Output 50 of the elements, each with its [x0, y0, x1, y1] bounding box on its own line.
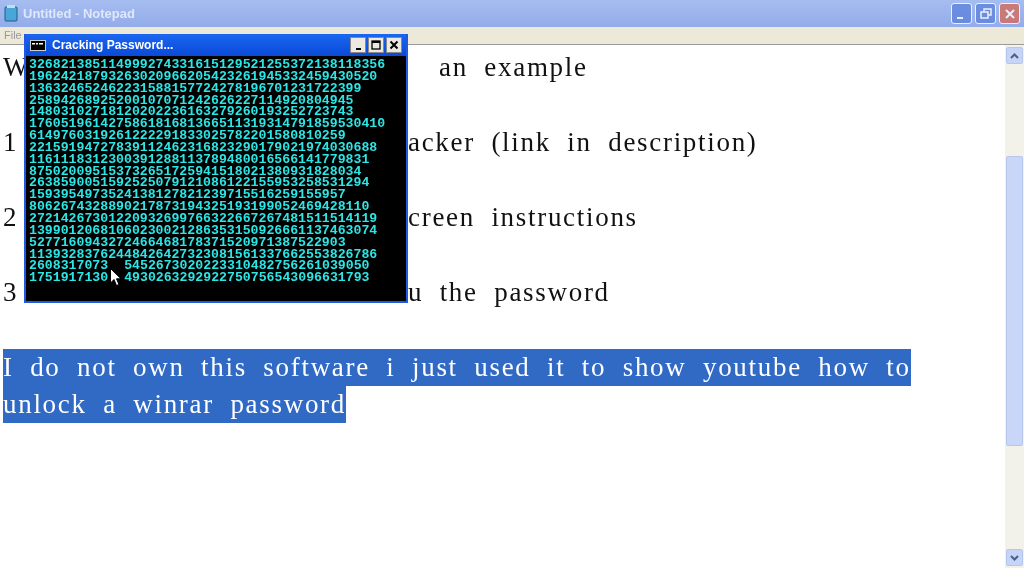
- console-line: 2638590051592525079121086122155953258531294: [29, 177, 370, 190]
- console-line: 1593954973524138127821239715516259155957: [29, 189, 346, 202]
- notepad-icon: [4, 5, 18, 22]
- scroll-down-button[interactable]: [1006, 549, 1023, 566]
- console-line: 4930263292922750756543096631793: [124, 272, 370, 285]
- text-line: creen instructions: [408, 201, 638, 234]
- close-button[interactable]: [386, 37, 402, 53]
- console-icon: [30, 39, 46, 51]
- text-line: 2: [3, 201, 19, 234]
- console-line: 14803102718120202236163279260193252723743: [29, 106, 354, 119]
- close-icon: [389, 40, 399, 50]
- restore-button[interactable]: [975, 3, 996, 24]
- scroll-up-button[interactable]: [1006, 47, 1023, 64]
- close-icon: [1003, 7, 1016, 20]
- console-line: 13990120681060230021286353150926661137463074: [29, 224, 378, 237]
- text-line: an example: [439, 51, 588, 84]
- console-line: 875020095153732651725941518021380931828034: [29, 165, 362, 178]
- console-line: 326821385114999274331615129521255372138118356: [29, 59, 386, 71]
- console-line: 27214267301220932699766322667267481511514119: [29, 212, 378, 225]
- console-line: 2608317073: [29, 260, 109, 273]
- console-line: 22159194727839112462316823290179021974030688: [29, 141, 378, 154]
- console-line: 8062674328890217873194325193199052469428110: [29, 201, 370, 213]
- selected-text: I do not own this software i just used it to show youtube how to: [3, 349, 911, 386]
- console-line: 136324652462231588157724278196701231722399: [29, 82, 362, 95]
- menu-item[interactable]: File: [4, 27, 22, 44]
- text-line: 1: [3, 126, 19, 159]
- scrollbar[interactable]: [1005, 45, 1024, 568]
- console-line: 1161118312300391288113789480016566141779831: [29, 153, 370, 166]
- restore-icon: [979, 7, 992, 20]
- text-line: acker (link in description): [408, 126, 758, 159]
- console-line: 19624218793263020966205423261945332459430520: [29, 70, 378, 83]
- console-line: 5277160943272466468178371520971387522903: [29, 236, 346, 249]
- scroll-thumb[interactable]: [1006, 156, 1023, 446]
- maximize-button[interactable]: [368, 37, 384, 53]
- console-line: 11393283762448426427323081561337662553826786: [29, 248, 378, 261]
- console-line: 6149760319261222291833025782201580810259: [29, 130, 346, 142]
- console-line: 176051961427586181681366511319314791859530410: [29, 118, 386, 131]
- text-line: 3: [3, 276, 19, 309]
- minimize-icon: [957, 16, 963, 19]
- console-line: 25894268925200107071242626227114920804945: [29, 94, 354, 107]
- minimize-icon: [355, 47, 361, 50]
- window-title: Untitled - Notepad: [23, 4, 135, 23]
- selected-text: unlock a winrar password: [3, 386, 346, 423]
- minimize-button[interactable]: [350, 37, 366, 53]
- mouse-cursor-icon: [110, 268, 122, 287]
- window-title: Cracking Password...: [52, 37, 174, 54]
- console-line: 5452673020223310482756261039050: [124, 260, 370, 273]
- maximize-icon: [371, 40, 381, 50]
- console-line: 1751917130: [29, 272, 109, 285]
- text-line: u the password: [408, 276, 610, 309]
